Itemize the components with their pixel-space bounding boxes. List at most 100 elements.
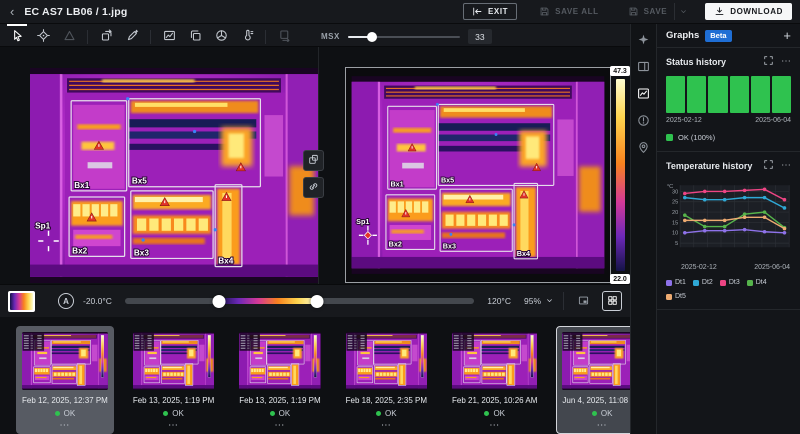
chart-date-start: 2025-02-12 (681, 264, 717, 271)
legend-label: Dt4 (756, 279, 767, 286)
msx-control: MSX 33 (321, 29, 492, 44)
right-panel: Graphs Beta + Status history ⋯ 2025-02-1… (656, 24, 800, 434)
status-history-bar[interactable] (666, 76, 791, 113)
single-view-button[interactable] (573, 291, 593, 311)
more-icon[interactable]: ⋯ (781, 56, 791, 68)
layout-icon (637, 61, 650, 76)
thermal-image-left[interactable]: Bx1Bx5Bx2Bx3Bx4Sp1 (30, 68, 318, 283)
save-button[interactable]: SAVE (621, 3, 675, 20)
rail-graphs-button[interactable] (637, 87, 650, 103)
temperature-scale: 47.3 22.0 (605, 66, 635, 284)
range-handle-low[interactable] (213, 295, 226, 308)
link-images-button[interactable] (303, 177, 324, 198)
isotherm-tool-button[interactable] (234, 27, 260, 47)
scale-max-label: 47.3 (610, 66, 630, 76)
status-segment[interactable] (666, 76, 685, 113)
panel-header: Graphs Beta + (657, 24, 800, 48)
thumbnail-more-button[interactable]: ⋯ (274, 421, 285, 431)
expand-icon[interactable] (763, 56, 774, 68)
draw-tool-button[interactable] (119, 27, 145, 47)
temperature-range-slider[interactable] (125, 293, 474, 309)
palette-tool-button[interactable] (208, 27, 234, 47)
thumbnail-card[interactable]: Feb 21, 2025, 10:26 AM OK ⋯ (446, 326, 543, 434)
thumbnail-more-button[interactable]: ⋯ (381, 421, 392, 431)
page-title: EC AS7 LB06 / 1.jpg (24, 6, 127, 18)
draw-tool-icon (126, 29, 139, 45)
svg-text:20: 20 (672, 210, 678, 216)
status-date-end: 2025-06-04 (755, 117, 791, 124)
rotate-tool-button[interactable] (93, 27, 119, 47)
status-segment[interactable] (687, 76, 706, 113)
chevron-down-icon (679, 7, 688, 16)
thumbnail-status: OK (133, 409, 214, 418)
thumbnail-image (133, 332, 214, 390)
thumbnail-card[interactable]: Feb 13, 2025, 1:19 PM OK ⋯ (233, 326, 326, 434)
thumbnail-card[interactable]: Feb 18, 2025, 2:35 PM OK ⋯ (340, 326, 433, 434)
thumbnail-date: Feb 18, 2025, 2:35 PM (346, 396, 427, 405)
legend-swatch (666, 280, 672, 286)
status-segment[interactable] (772, 76, 791, 113)
save-icon (628, 6, 639, 17)
rail-layout-button[interactable] (637, 60, 650, 76)
save-dropdown-button[interactable] (674, 3, 692, 20)
rail-location-button[interactable] (637, 141, 650, 157)
toolbar-divider (150, 30, 151, 44)
rail-info-button[interactable] (637, 114, 650, 130)
exit-icon (472, 6, 483, 17)
download-button[interactable]: DOWNLOAD (705, 3, 792, 20)
delta-tool-button[interactable] (56, 27, 82, 47)
thumbnail-more-button[interactable]: ⋯ (489, 421, 500, 431)
spot-tool-icon (37, 29, 50, 45)
back-button[interactable]: ‹ (8, 5, 16, 18)
scale-gradient[interactable] (616, 79, 625, 271)
thumbnail-more-button[interactable]: ⋯ (168, 421, 179, 431)
range-gradient-fill (219, 298, 317, 304)
link-icon (308, 180, 319, 195)
thermal-image-right[interactable]: Bx1Bx5Bx2Bx3Bx4Sp1 (345, 67, 611, 283)
thumbnail-card[interactable]: Feb 13, 2025, 1:19 PM OK ⋯ (127, 326, 220, 434)
save-all-button[interactable]: SAVE ALL (530, 3, 607, 20)
header: ‹ EC AS7 LB06 / 1.jpg EXIT SAVE ALL SAVE (0, 0, 800, 24)
scale-min-label: 22.0 (610, 274, 630, 284)
rotate-tool-icon (100, 29, 113, 45)
app-window: ‹ EC AS7 LB06 / 1.jpg EXIT SAVE ALL SAVE (0, 0, 800, 434)
status-segment[interactable] (708, 76, 727, 113)
toolbar-divider (87, 30, 88, 44)
spot-tool-button[interactable] (30, 27, 56, 47)
status-dot (484, 411, 489, 416)
pointer-tool-button[interactable] (4, 27, 30, 47)
thumbnail-card[interactable]: Feb 12, 2025, 12:37 PM OK ⋯ (16, 326, 114, 434)
apply-all-tool-button[interactable] (271, 27, 297, 47)
svg-text:Bx1: Bx1 (74, 181, 90, 190)
graphs-icon (637, 88, 650, 103)
status-segment[interactable] (730, 76, 749, 113)
status-text: OK (385, 409, 397, 418)
palette-tool-icon (215, 29, 228, 45)
auto-range-button[interactable]: A (58, 293, 74, 309)
thumbnail-more-button[interactable]: ⋯ (59, 421, 70, 431)
zoom-select[interactable]: 95% (524, 296, 554, 307)
thumbnail-image (239, 332, 320, 390)
add-graph-button[interactable]: + (783, 29, 791, 42)
thumbnail-more-button[interactable]: ⋯ (597, 421, 608, 431)
toolbar-divider (265, 30, 266, 44)
beta-badge: Beta (705, 30, 731, 42)
msx-slider-thumb[interactable] (367, 32, 377, 42)
more-icon[interactable]: ⋯ (781, 160, 791, 172)
range-handle-high[interactable] (311, 295, 324, 308)
rail-sparkle-button[interactable] (637, 33, 650, 49)
expand-icon[interactable] (763, 160, 774, 172)
levels-tool-button[interactable] (156, 27, 182, 47)
exit-button[interactable]: EXIT (463, 3, 517, 20)
palette-preview-button[interactable] (8, 291, 35, 312)
copy-tool-button[interactable] (182, 27, 208, 47)
compare-mode-button[interactable] (303, 150, 324, 171)
range-max-label: 120°C (487, 296, 511, 306)
temperature-chart[interactable]: 51015202530°C (666, 178, 792, 262)
status-segment[interactable] (751, 76, 770, 113)
temperature-history-section: Temperature history ⋯ 51015202530°C 2025… (657, 152, 800, 310)
msx-slider[interactable] (348, 31, 460, 43)
grid-icon (607, 294, 618, 309)
legend-swatch (720, 280, 726, 286)
grid-view-button[interactable] (602, 291, 622, 311)
